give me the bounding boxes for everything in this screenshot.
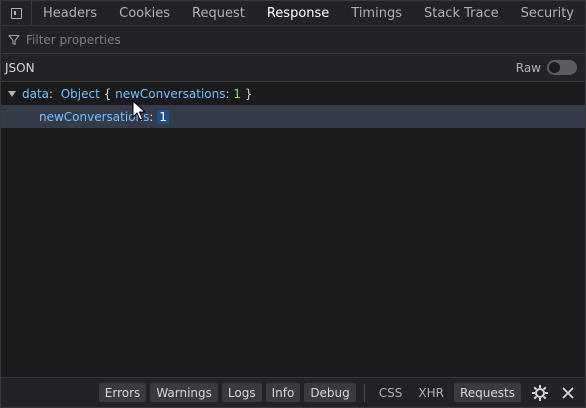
filter-warnings-button[interactable]: Warnings (150, 383, 218, 402)
tree-object-type: Object (60, 86, 100, 101)
tree-row-new-conversations[interactable]: newConversations: 1 (1, 105, 585, 128)
filter-icon (8, 34, 20, 45)
json-label: JSON (5, 60, 35, 75)
tree-summary-value: 1 (233, 86, 242, 101)
raw-label: Raw (515, 60, 541, 75)
tab-stack-trace[interactable]: Stack Trace (413, 1, 510, 25)
raw-toggle-group: Raw (516, 60, 577, 75)
filter-info-button[interactable]: Info (265, 383, 301, 402)
json-tree: data: Object { newConversations: 1 } new… (1, 82, 585, 128)
tree-row-data[interactable]: data: Object { newConversations: 1 } (1, 82, 585, 105)
filter-logs-button[interactable]: Logs (221, 383, 262, 402)
tab-timings[interactable]: Timings (340, 1, 413, 25)
mouse-cursor-icon (132, 100, 146, 121)
tab-cookies[interactable]: Cookies (108, 1, 181, 25)
tab-security[interactable]: Security (510, 1, 585, 25)
filter-errors-button[interactable]: Errors (98, 383, 147, 402)
filter-css-button[interactable]: CSS (373, 383, 409, 402)
tree-summary-colon: : (225, 86, 230, 101)
tab-request[interactable]: Request (181, 1, 256, 25)
tree-child-value[interactable]: 1 (157, 109, 169, 124)
tab-headers[interactable]: Headers (32, 1, 108, 25)
tab-response[interactable]: Response (256, 1, 340, 25)
tree-object-brace-close: } (244, 86, 253, 101)
panel-toggle-icon (10, 7, 22, 19)
devtools-network-details-panel: Headers Cookies Request Response Timings… (0, 0, 586, 408)
toolbar-separator (363, 383, 365, 402)
panel-toggle-button[interactable] (1, 1, 33, 25)
filter-bar (1, 26, 585, 54)
expand-arrow-icon[interactable] (8, 90, 16, 97)
details-tab-bar: Headers Cookies Request Response Timings… (1, 1, 585, 26)
tree-object-brace-open: { (103, 86, 112, 101)
tree-child-colon: : (149, 109, 154, 124)
filter-debug-button[interactable]: Debug (304, 383, 356, 402)
gear-icon (532, 384, 548, 401)
close-icon (562, 386, 574, 399)
tree-key: data (22, 86, 50, 101)
filter-xhr-button[interactable]: XHR (412, 383, 450, 402)
close-button[interactable] (557, 382, 579, 404)
tree-summary-key: newConversations (115, 86, 226, 101)
filter-requests-button[interactable]: Requests (454, 383, 521, 402)
settings-button[interactable] (529, 382, 551, 404)
tree-colon: : (49, 86, 54, 101)
filter-properties-input[interactable] (24, 31, 428, 48)
json-section-header: JSON Raw (1, 54, 585, 82)
raw-toggle[interactable] (547, 60, 577, 75)
console-filter-toolbar: Errors Warnings Logs Info Debug CSS XHR … (1, 377, 585, 407)
